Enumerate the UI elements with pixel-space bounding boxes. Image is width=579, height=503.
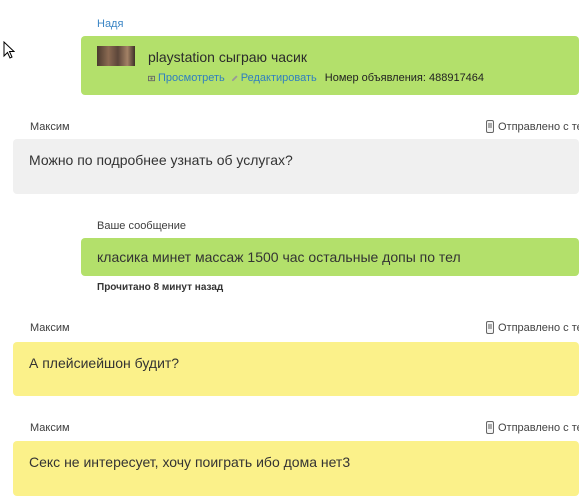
eye-icon [148, 75, 155, 81]
message-text: Можно по подробнее узнать об услугах? [29, 152, 293, 168]
pencil-icon [231, 74, 238, 81]
mobile-phone-icon [486, 321, 494, 334]
mobile-phone-icon [486, 120, 494, 133]
mouse-pointer-icon [3, 41, 15, 59]
sender-name: Максим [30, 121, 70, 133]
mobile-phone-icon [486, 421, 494, 434]
ad-title[interactable]: playstation сыграю часик [148, 48, 307, 66]
message-bubble: класика минет массаж 1500 час остальные … [81, 238, 579, 276]
ad-number: Номер объявления: 488917464 [324, 72, 485, 84]
sent-status-text: Отправлено с тел [498, 321, 579, 334]
sent-status: Отправлено с тел [486, 421, 579, 434]
ad-card[interactable]: playstation сыграю часик Просмотреть Ред… [81, 36, 579, 95]
sender-name: Ваше сообщение [97, 220, 186, 232]
message-text: класика минет массаж 1500 час остальные … [97, 249, 461, 265]
view-link[interactable]: Просмотреть [158, 69, 225, 87]
message-bubble: Секс не интересует, хочу поиграть ибо до… [13, 441, 579, 496]
sent-status-text: Отправлено с тел [498, 120, 579, 133]
sender-name[interactable]: Надя [97, 18, 123, 30]
ad-actions: Просмотреть Редактировать Номер объявлен… [148, 69, 484, 87]
edit-link[interactable]: Редактировать [241, 69, 317, 87]
sent-status-text: Отправлено с тел [498, 421, 579, 434]
message-text: А плейсиейшон будит? [29, 355, 180, 371]
ad-thumbnail[interactable] [97, 46, 135, 66]
sender-name: Максим [30, 422, 70, 434]
message-bubble: Можно по подробнее узнать об услугах? [13, 139, 579, 194]
message-text: Секс не интересует, хочу поиграть ибо до… [29, 454, 351, 470]
sender-name: Максим [30, 322, 70, 334]
read-status: Прочитано 8 минут назад [97, 282, 224, 293]
sent-status: Отправлено с тел [486, 321, 579, 334]
sent-status: Отправлено с тел [486, 120, 579, 133]
message-bubble: А плейсиейшон будит? [13, 342, 579, 396]
